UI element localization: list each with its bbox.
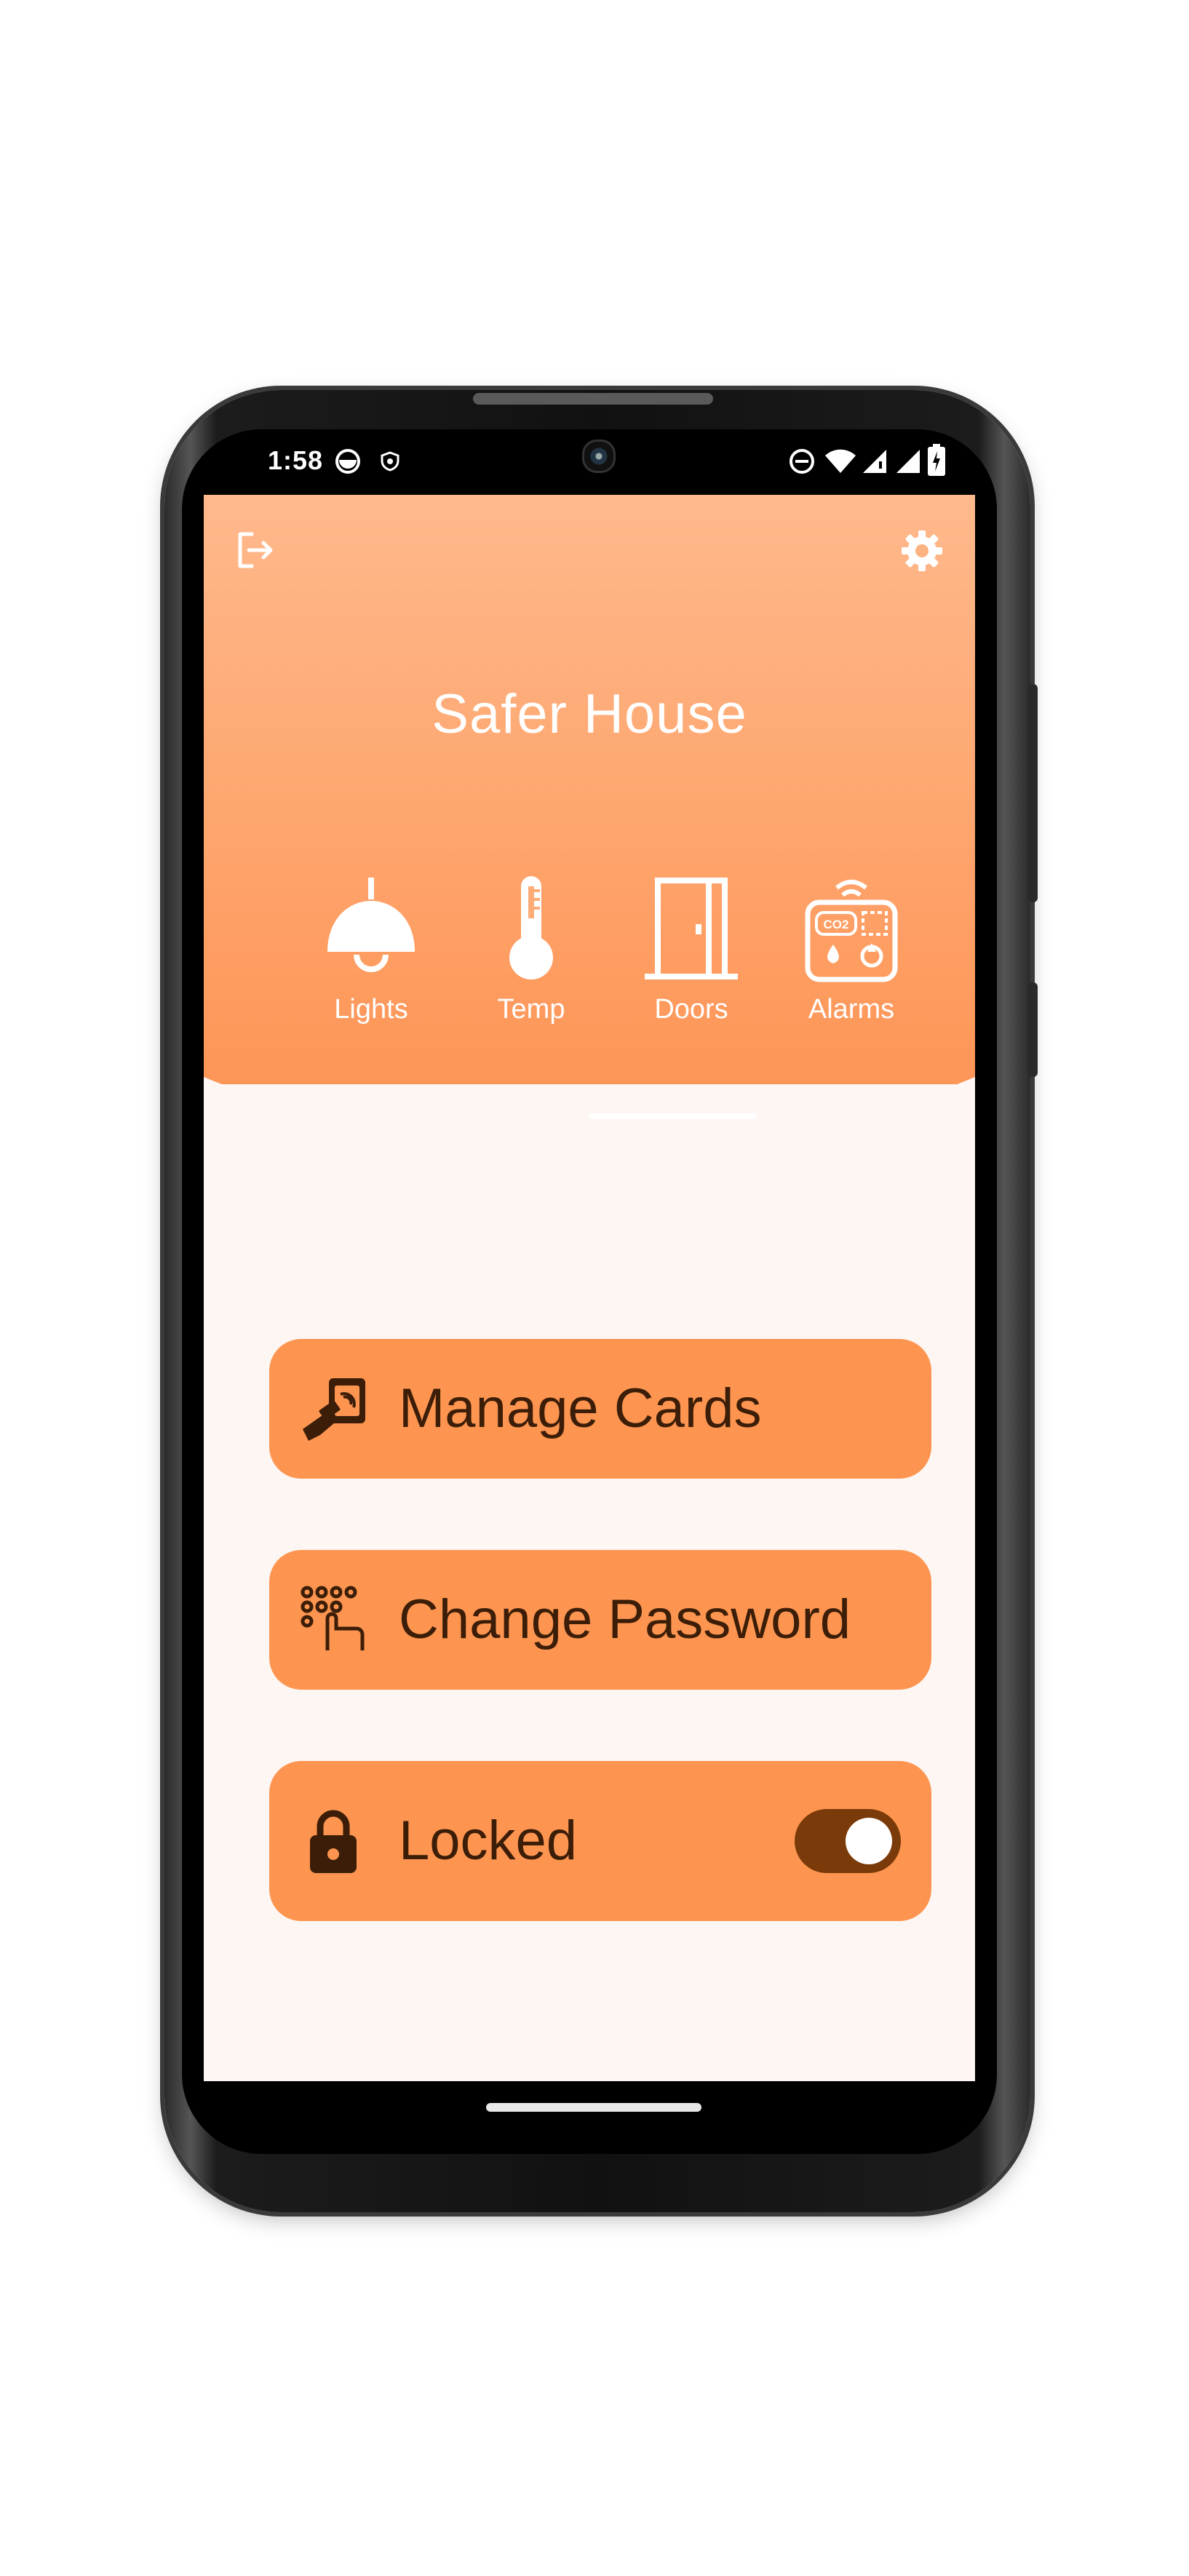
alarm-panel-icon: CO2 <box>805 880 898 982</box>
tab-lights[interactable]: Lights <box>298 873 444 1025</box>
status-time: 1:58 <box>268 445 324 475</box>
app-content: Safer House Lights Temp Doors CO2 Alarms… <box>204 495 975 2081</box>
battery-icon <box>928 444 945 476</box>
front-camera <box>582 440 616 473</box>
tab-alarms[interactable]: CO2 Alarms <box>779 873 924 1025</box>
selected-tab-indicator <box>589 1113 757 1119</box>
gear-icon[interactable] <box>899 528 945 573</box>
lock-toggle[interactable] <box>795 1809 901 1873</box>
keypad-icon <box>301 1586 365 1650</box>
change-password-label: Change Password <box>399 1589 851 1650</box>
navigation-bar <box>182 2081 997 2154</box>
card-reader-icon <box>303 1378 365 1441</box>
header: Safer House Lights Temp Doors CO2 Alarms <box>204 495 975 1119</box>
screen: 1:58 Safer House Lights Temp Doors CO2 A… <box>182 429 997 2154</box>
ceiling-lamp-icon <box>327 878 415 972</box>
power-button <box>1027 684 1038 902</box>
do-not-disturb-icon <box>790 449 814 474</box>
circle-notification-icon <box>335 449 360 474</box>
tab-label: Alarms <box>808 994 895 1025</box>
manage-cards-label: Manage Cards <box>399 1378 762 1439</box>
lock-row: Locked <box>269 1761 931 1921</box>
tab-label: Lights <box>334 994 408 1025</box>
thermometer-icon <box>509 876 553 979</box>
signal-icon <box>863 450 886 473</box>
tab-label: Doors <box>654 994 728 1025</box>
home-gesture-bar[interactable] <box>486 2103 701 2112</box>
wifi-icon <box>825 449 856 473</box>
door-icon <box>645 878 738 979</box>
earpiece-speaker <box>473 393 713 405</box>
app-title: Safer House <box>432 683 747 745</box>
tab-temp[interactable]: Temp <box>458 873 604 1025</box>
volume-button <box>1027 982 1038 1077</box>
lock-status-label: Locked <box>399 1810 578 1872</box>
co2-text: CO2 <box>824 918 849 931</box>
shield-notification-icon <box>381 451 399 472</box>
signal-icon <box>896 450 920 473</box>
toggle-knob <box>846 1818 892 1864</box>
manage-cards-button[interactable]: Manage Cards <box>269 1339 931 1479</box>
tab-label: Temp <box>497 994 565 1025</box>
change-password-button[interactable]: Change Password <box>269 1550 931 1690</box>
lock-icon <box>310 1810 357 1873</box>
tab-doors[interactable]: Doors <box>619 873 764 1025</box>
logout-icon[interactable] <box>233 528 277 572</box>
